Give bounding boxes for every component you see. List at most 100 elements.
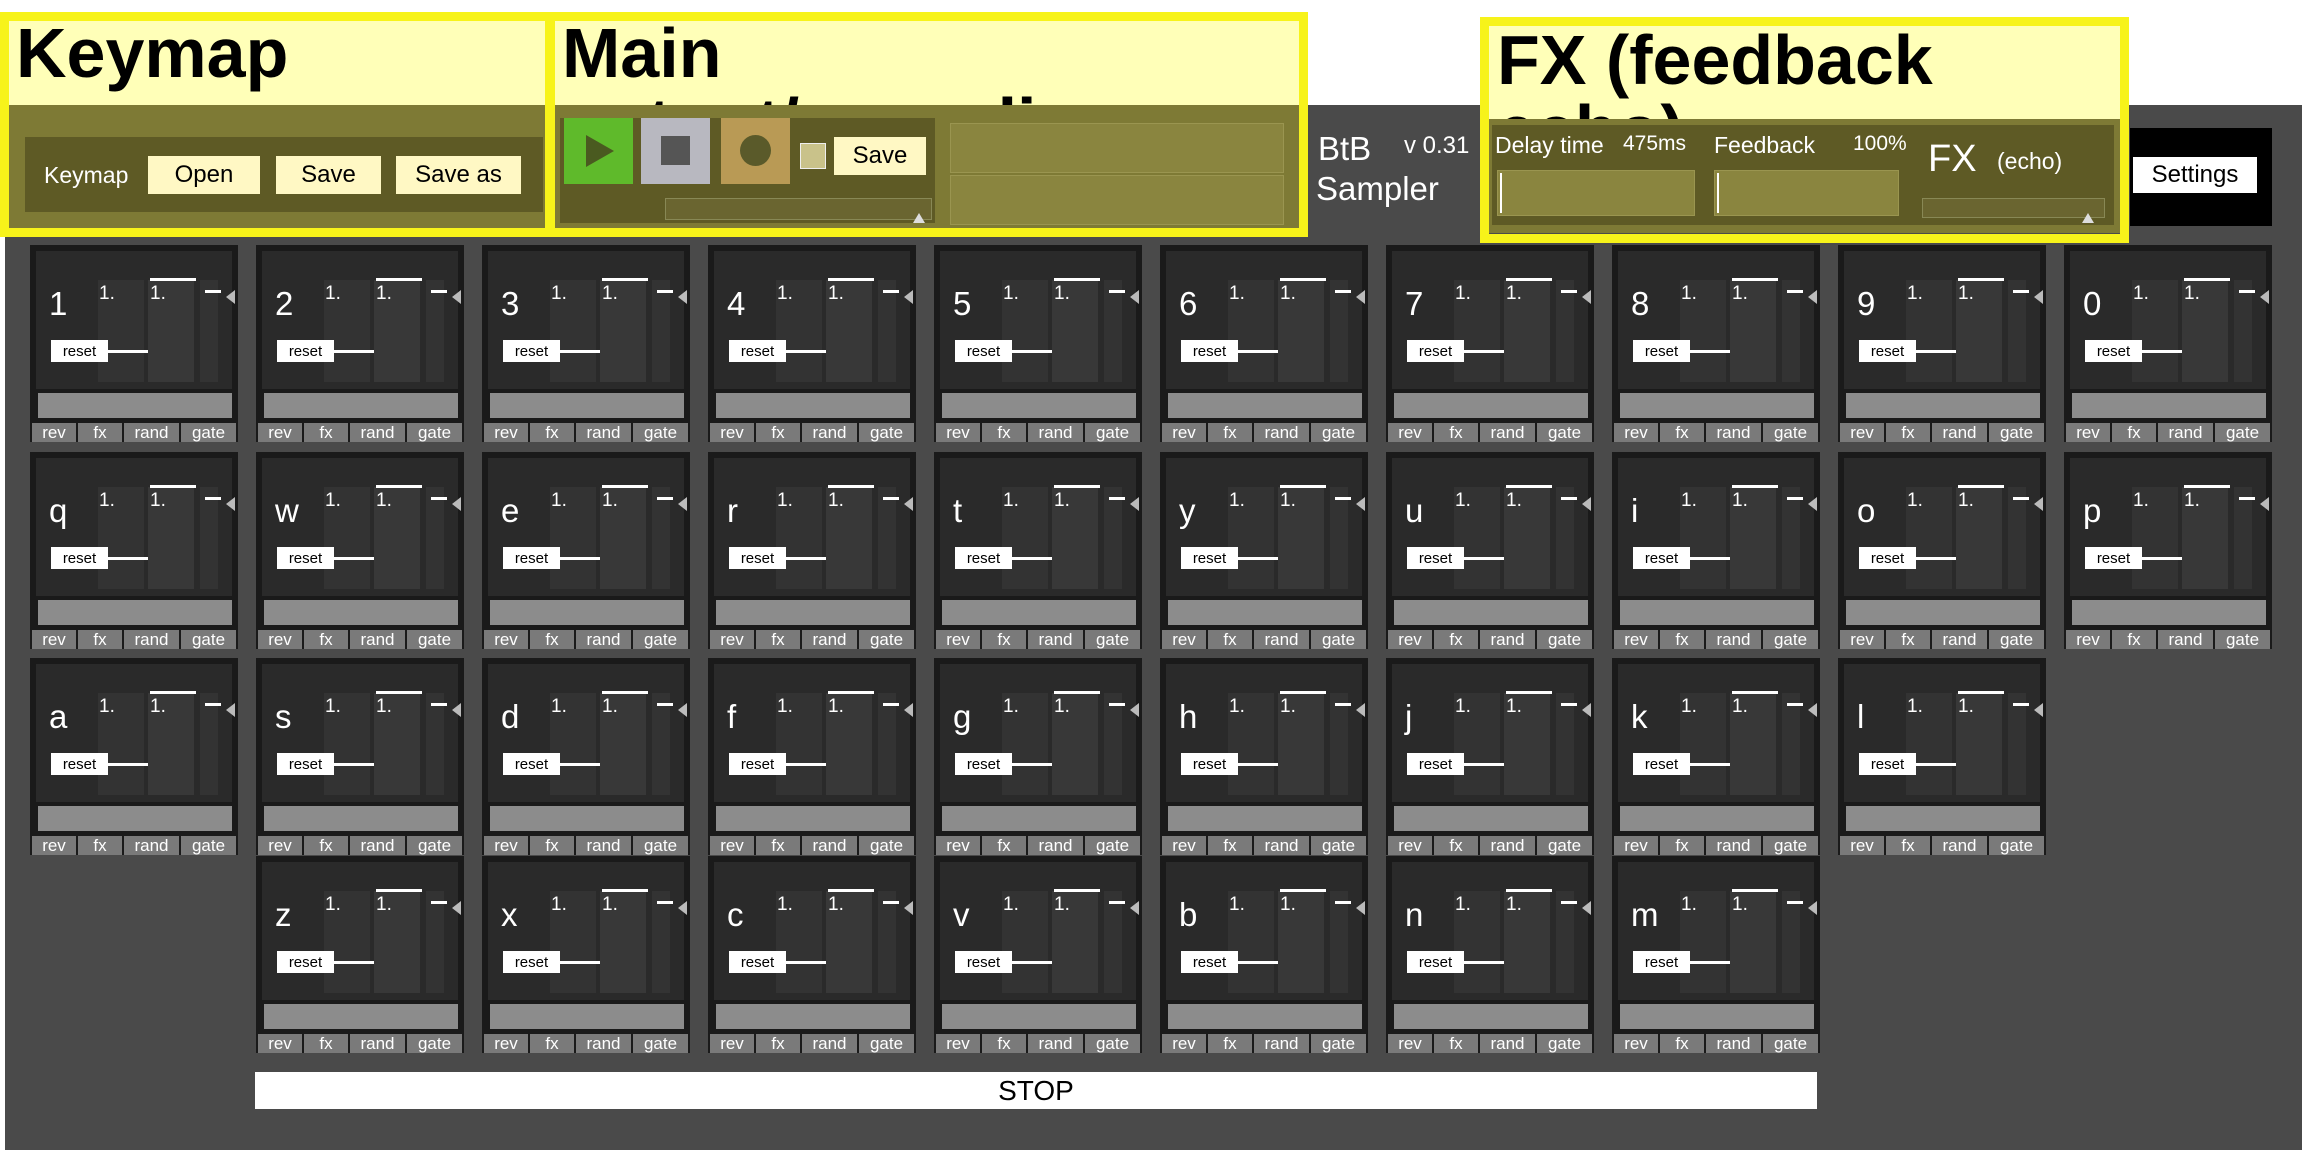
fx-button[interactable]: fx bbox=[304, 630, 348, 649]
reset-button[interactable]: reset bbox=[1859, 547, 1916, 569]
pitch-slider[interactable] bbox=[786, 763, 826, 766]
fx-button[interactable]: fx bbox=[2112, 423, 2156, 442]
pitch-slider[interactable] bbox=[1464, 557, 1504, 560]
rand-button[interactable]: rand bbox=[1028, 630, 1083, 649]
volume-handle[interactable] bbox=[1808, 290, 1817, 304]
stop-all-button[interactable]: STOP bbox=[255, 1072, 1817, 1109]
slot-waveform[interactable] bbox=[942, 600, 1136, 625]
volume-slider[interactable] bbox=[2234, 487, 2252, 589]
reset-button[interactable]: reset bbox=[955, 753, 1012, 775]
gate-button[interactable]: gate bbox=[1085, 630, 1140, 649]
volume-handle[interactable] bbox=[452, 901, 461, 915]
volume-handle[interactable] bbox=[1130, 290, 1139, 304]
rev-button[interactable]: rev bbox=[936, 423, 980, 442]
rev-button[interactable]: rev bbox=[258, 630, 302, 649]
volume-handle[interactable] bbox=[1582, 497, 1591, 511]
rev-button[interactable]: rev bbox=[258, 423, 302, 442]
rev-button[interactable]: rev bbox=[258, 1034, 302, 1053]
rev-button[interactable]: rev bbox=[1162, 423, 1206, 442]
slot-waveform[interactable] bbox=[716, 806, 910, 831]
gate-button[interactable]: gate bbox=[2215, 423, 2270, 442]
sample-slot-g[interactable]: g 1. 1. reset rev fx rand gate bbox=[934, 658, 1142, 855]
sample-slot-j[interactable]: j 1. 1. reset rev fx rand gate bbox=[1386, 658, 1594, 855]
rand-button[interactable]: rand bbox=[576, 1034, 631, 1053]
rand-button[interactable]: rand bbox=[1706, 630, 1761, 649]
slot-waveform[interactable] bbox=[1620, 393, 1814, 418]
sample-slot-0[interactable]: 0 1. 1. reset rev fx rand gate bbox=[2064, 245, 2272, 442]
fx-button[interactable]: fx bbox=[1660, 1034, 1704, 1053]
volume-handle[interactable] bbox=[1808, 497, 1817, 511]
volume-slider[interactable] bbox=[2234, 280, 2252, 382]
pitch-slider[interactable] bbox=[334, 961, 374, 964]
fx-button[interactable]: fx bbox=[982, 836, 1026, 855]
rand-button[interactable]: rand bbox=[124, 630, 179, 649]
slot-waveform[interactable] bbox=[1620, 1004, 1814, 1029]
gate-button[interactable]: gate bbox=[1311, 423, 1366, 442]
fx-button[interactable]: fx bbox=[756, 836, 800, 855]
volume-slider[interactable] bbox=[878, 891, 896, 993]
gate-button[interactable]: gate bbox=[1311, 1034, 1366, 1053]
reset-button[interactable]: reset bbox=[277, 951, 334, 973]
fx-button[interactable]: fx bbox=[530, 1034, 574, 1053]
reset-button[interactable]: reset bbox=[503, 340, 560, 362]
volume-handle[interactable] bbox=[2260, 497, 2269, 511]
rand-button[interactable]: rand bbox=[1706, 1034, 1761, 1053]
slot-waveform[interactable] bbox=[490, 1004, 684, 1029]
pitch-slider[interactable] bbox=[1464, 350, 1504, 353]
rand-button[interactable]: rand bbox=[1932, 836, 1987, 855]
slot-waveform[interactable] bbox=[2072, 600, 2266, 625]
sample-slot-v[interactable]: v 1. 1. reset rev fx rand gate bbox=[934, 856, 1142, 1053]
rev-button[interactable]: rev bbox=[484, 630, 528, 649]
sample-slot-z[interactable]: z 1. 1. reset rev fx rand gate bbox=[256, 856, 464, 1053]
fx-button[interactable]: fx bbox=[1660, 423, 1704, 442]
volume-slider[interactable] bbox=[426, 693, 444, 795]
rev-button[interactable]: rev bbox=[936, 1034, 980, 1053]
volume-slider[interactable] bbox=[1330, 693, 1348, 795]
slot-waveform[interactable] bbox=[1168, 393, 1362, 418]
reset-button[interactable]: reset bbox=[503, 951, 560, 973]
rand-button[interactable]: rand bbox=[1028, 836, 1083, 855]
reset-button[interactable]: reset bbox=[51, 753, 108, 775]
rev-button[interactable]: rev bbox=[936, 630, 980, 649]
slot-waveform[interactable] bbox=[2072, 393, 2266, 418]
pitch-slider[interactable] bbox=[1916, 763, 1956, 766]
gate-button[interactable]: gate bbox=[1085, 1034, 1140, 1053]
volume-slider[interactable] bbox=[1104, 693, 1122, 795]
slot-waveform[interactable] bbox=[490, 806, 684, 831]
sample-slot-y[interactable]: y 1. 1. reset rev fx rand gate bbox=[1160, 452, 1368, 649]
reset-button[interactable]: reset bbox=[1181, 951, 1238, 973]
sample-slot-s[interactable]: s 1. 1. reset rev fx rand gate bbox=[256, 658, 464, 855]
pitch-slider[interactable] bbox=[1238, 763, 1278, 766]
gate-button[interactable]: gate bbox=[1085, 423, 1140, 442]
volume-handle[interactable] bbox=[904, 290, 913, 304]
pitch-slider[interactable] bbox=[108, 763, 148, 766]
sample-slot-7[interactable]: 7 1. 1. reset rev fx rand gate bbox=[1386, 245, 1594, 442]
reset-button[interactable]: reset bbox=[1633, 547, 1690, 569]
rev-button[interactable]: rev bbox=[1388, 1034, 1432, 1053]
sample-slot-5[interactable]: 5 1. 1. reset rev fx rand gate bbox=[934, 245, 1142, 442]
volume-handle[interactable] bbox=[1130, 703, 1139, 717]
volume-slider[interactable] bbox=[1556, 891, 1574, 993]
rand-button[interactable]: rand bbox=[2158, 630, 2213, 649]
sample-slot-x[interactable]: x 1. 1. reset rev fx rand gate bbox=[482, 856, 690, 1053]
gate-button[interactable]: gate bbox=[407, 836, 462, 855]
rev-button[interactable]: rev bbox=[2066, 630, 2110, 649]
slot-waveform[interactable] bbox=[716, 393, 910, 418]
rev-button[interactable]: rev bbox=[1388, 423, 1432, 442]
reset-button[interactable]: reset bbox=[277, 547, 334, 569]
gate-button[interactable]: gate bbox=[2215, 630, 2270, 649]
gate-button[interactable]: gate bbox=[1763, 423, 1818, 442]
reset-button[interactable]: reset bbox=[503, 547, 560, 569]
sample-slot-m[interactable]: m 1. 1. reset rev fx rand gate bbox=[1612, 856, 1820, 1053]
slot-waveform[interactable] bbox=[264, 806, 458, 831]
volume-slider[interactable] bbox=[1556, 280, 1574, 382]
rand-button[interactable]: rand bbox=[350, 423, 405, 442]
sample-slot-1[interactable]: 1 1. 1. reset rev fx rand gate bbox=[30, 245, 238, 442]
reset-button[interactable]: reset bbox=[1859, 753, 1916, 775]
volume-slider[interactable] bbox=[2008, 487, 2026, 589]
gate-button[interactable]: gate bbox=[1989, 836, 2044, 855]
rand-button[interactable]: rand bbox=[2158, 423, 2213, 442]
rand-button[interactable]: rand bbox=[802, 1034, 857, 1053]
rand-button[interactable]: rand bbox=[1028, 423, 1083, 442]
fx-button[interactable]: fx bbox=[1208, 423, 1252, 442]
